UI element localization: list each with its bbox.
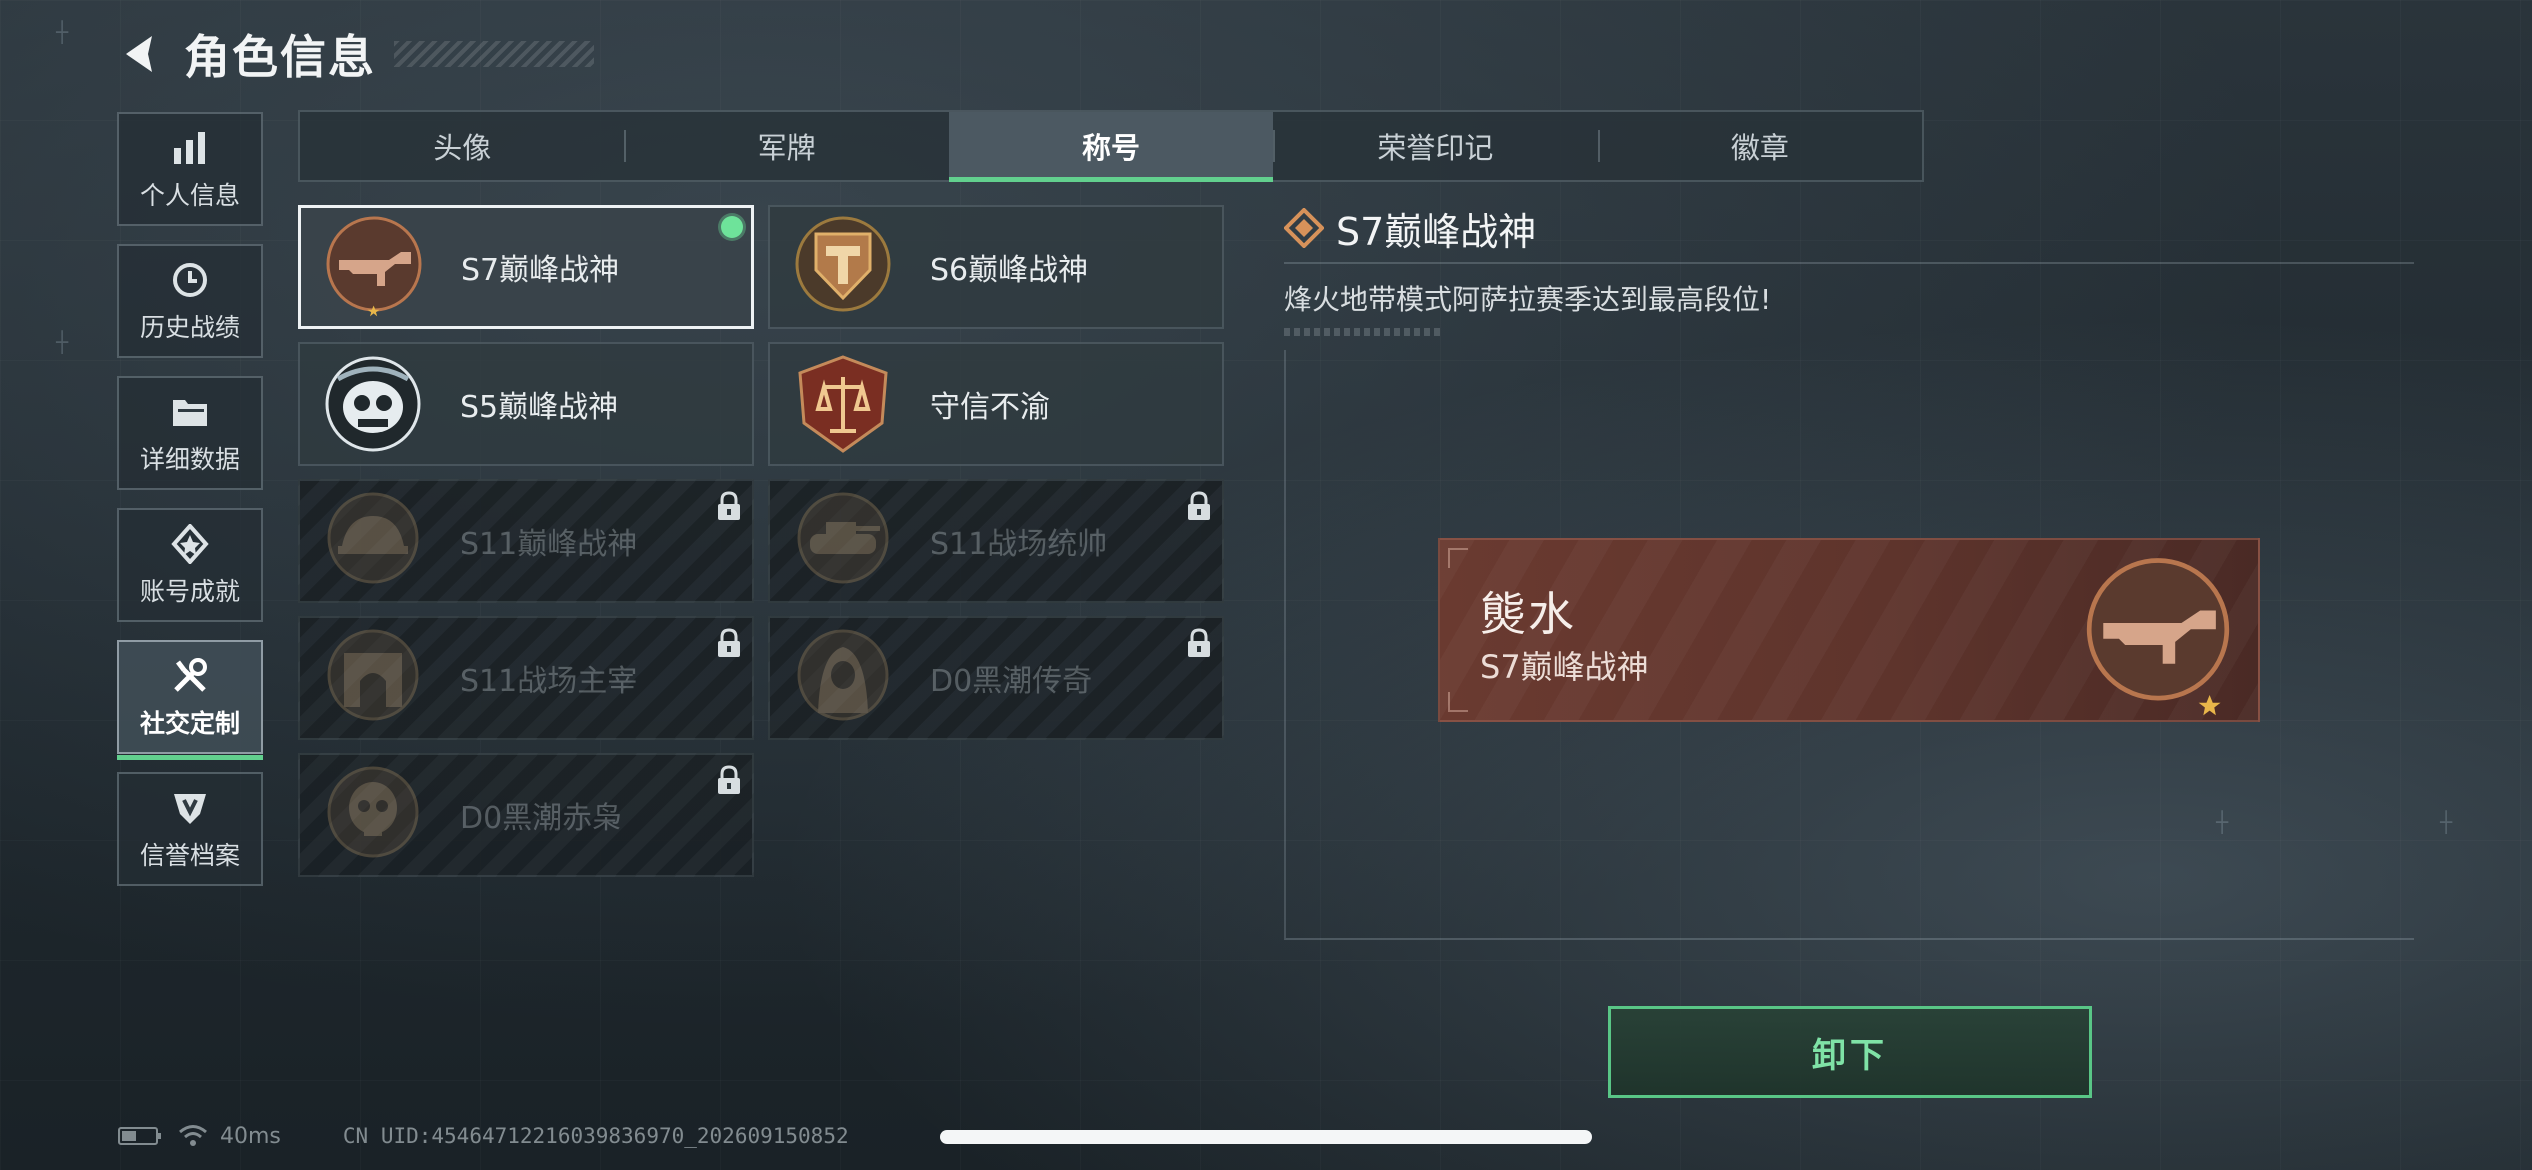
lock-icon	[716, 628, 742, 658]
arch-badge-icon	[318, 623, 428, 733]
title-card-s5[interactable]: S5巅峰战神	[298, 342, 754, 466]
title-name: D0黑潮赤枭	[460, 801, 623, 836]
detail-title: S7巅峰战神	[1336, 209, 1537, 254]
title-name: S11战场统帅	[930, 527, 1108, 562]
hooded-figure-badge-icon	[788, 623, 898, 733]
sidebar-item-social-customization[interactable]: 社交定制	[117, 640, 263, 760]
title-name: S7巅峰战神	[461, 253, 620, 288]
diamond-rank-icon	[1283, 207, 1325, 249]
lock-icon	[716, 765, 742, 795]
folder-icon	[168, 390, 212, 434]
title-card-s11-dominator[interactable]: S11战场主宰	[298, 616, 754, 740]
user-uid: CN UID:4546471221603983697​0_20260915085…	[342, 1124, 849, 1148]
sidebar-item-reputation[interactable]: 信誉档案	[117, 772, 263, 886]
title-decoration	[394, 41, 594, 67]
helmet-badge-icon	[318, 486, 428, 596]
title-name: 守信不渝	[930, 390, 1050, 425]
rifle-badge-icon	[2072, 548, 2244, 720]
title-card-s11-commander[interactable]: S11战场统帅	[768, 479, 1224, 603]
history-clock-icon	[168, 258, 212, 302]
lock-icon	[1186, 628, 1212, 658]
sidebar-item-label: 社交定制	[139, 709, 240, 738]
tab-badge[interactable]: 徽章	[1597, 112, 1922, 180]
lock-icon	[1186, 491, 1212, 521]
category-tabs: 头像 军牌 称号 荣誉印记 徽章	[298, 110, 1924, 182]
wifi-icon	[178, 1123, 208, 1149]
back-arrow-icon[interactable]	[118, 32, 162, 76]
title-name: S5巅峰战神	[460, 390, 619, 425]
sidebar-item-label: 详细数据	[139, 445, 240, 474]
sidebar: 个人信息 历史战绩 详细数据 账号成就 社交定制 信誉档案	[117, 112, 267, 904]
sidebar-item-detailed-data[interactable]: 详细数据	[117, 376, 263, 490]
title-card-s11-peak[interactable]: S11巅峰战神	[298, 479, 754, 603]
tab-honor-mark[interactable]: 荣誉印记	[1273, 112, 1597, 180]
deco-cross-icon: ┼	[56, 20, 69, 44]
tab-title[interactable]: 称号	[948, 112, 1274, 182]
detail-description: 烽火地带模式阿萨拉赛季达到最高段位!	[1284, 283, 1772, 316]
sidebar-item-personal-info[interactable]: 个人信息	[117, 112, 263, 226]
divider	[1284, 262, 2414, 264]
deco-cross-icon: ┼	[2440, 810, 2453, 834]
nameplate-player-name: 熋水	[1480, 587, 1576, 641]
lock-icon	[716, 491, 742, 521]
tank-badge-icon	[788, 486, 898, 596]
sidebar-item-history[interactable]: 历史战绩	[117, 244, 263, 358]
title-card-s6[interactable]: S6巅峰战神	[768, 205, 1224, 329]
sidebar-item-label: 个人信息	[139, 181, 240, 210]
latency-readout: 40ms	[220, 1123, 281, 1149]
sidebar-item-label: 历史战绩	[139, 313, 240, 342]
title-name: S11战场主宰	[460, 664, 638, 699]
scales-badge-icon	[788, 349, 898, 459]
corner-bracket	[1448, 548, 1468, 568]
title-name: S11巅峰战神	[460, 527, 638, 562]
faint-caption	[1284, 328, 1444, 336]
title-card-integrity[interactable]: 守信不渝	[768, 342, 1224, 466]
equipped-indicator	[721, 216, 743, 238]
title-detail-panel: S7巅峰战神 烽火地带模式阿萨拉赛季达到最高段位!	[1283, 200, 2414, 336]
shield-t-badge-icon	[788, 212, 898, 322]
title-card-s7[interactable]: S7巅峰战神	[298, 205, 754, 329]
unequip-button[interactable]: 卸下	[1608, 1006, 2092, 1098]
corner-bracket	[1448, 692, 1468, 712]
skull-mask-badge-icon	[318, 349, 428, 459]
sidebar-item-achievements[interactable]: 账号成就	[117, 508, 263, 622]
achievement-medal-icon	[168, 522, 212, 566]
shield-emblem-icon	[168, 786, 212, 830]
tab-dog-tag[interactable]: 军牌	[624, 112, 948, 180]
title-card-d0-legend[interactable]: D0黑潮传奇	[768, 616, 1224, 740]
title-name: S6巅峰战神	[930, 253, 1089, 288]
rifle-badge-icon	[319, 212, 429, 322]
nameplate-preview: 熋水 S7巅峰战神	[1438, 538, 2260, 722]
deco-cross-icon: ┼	[56, 330, 69, 354]
sidebar-item-label: 账号成就	[139, 577, 240, 606]
tab-avatar[interactable]: 头像	[300, 112, 624, 180]
tools-icon	[168, 654, 212, 698]
status-bar: 40ms CN UID:4546471221603983697​0_202609…	[118, 1120, 849, 1152]
page-title: 角色信息	[184, 30, 376, 84]
page-header: 角色信息	[118, 24, 594, 84]
nameplate-title: S7巅峰战神	[1480, 648, 1649, 686]
sidebar-item-label: 信誉档案	[139, 841, 240, 870]
title-name: D0黑潮传奇	[930, 664, 1093, 699]
title-card-d0-owl[interactable]: D0黑潮赤枭	[298, 753, 754, 877]
skull-badge-icon	[318, 760, 428, 870]
bar-chart-icon	[168, 126, 212, 170]
battery-icon	[118, 1126, 162, 1146]
home-indicator[interactable]	[940, 1130, 1592, 1144]
